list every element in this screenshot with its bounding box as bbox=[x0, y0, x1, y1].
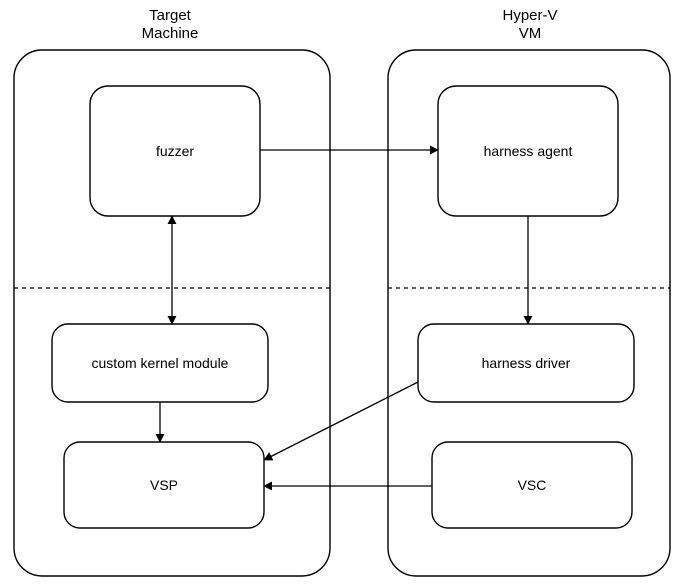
vsp-label: VSP bbox=[150, 477, 178, 493]
harness-agent-label: harness agent bbox=[484, 143, 573, 159]
hyperv-container bbox=[388, 50, 670, 576]
hyperv-vm-title-2: VM bbox=[519, 25, 542, 42]
target-machine-title-1: Target bbox=[149, 7, 192, 24]
hyperv-vm-title-1: Hyper-V bbox=[502, 7, 557, 24]
edge-harness-driver-to-vsp bbox=[264, 382, 418, 460]
harness-driver-label: harness driver bbox=[482, 355, 571, 371]
architecture-diagram: Target Machine Hyper-V VM fuzzer custom … bbox=[0, 0, 683, 586]
target-machine-title-2: Machine bbox=[142, 25, 199, 42]
kernel-module-label: custom kernel module bbox=[92, 355, 229, 371]
fuzzer-label: fuzzer bbox=[156, 143, 194, 159]
vsc-label: VSC bbox=[518, 477, 547, 493]
